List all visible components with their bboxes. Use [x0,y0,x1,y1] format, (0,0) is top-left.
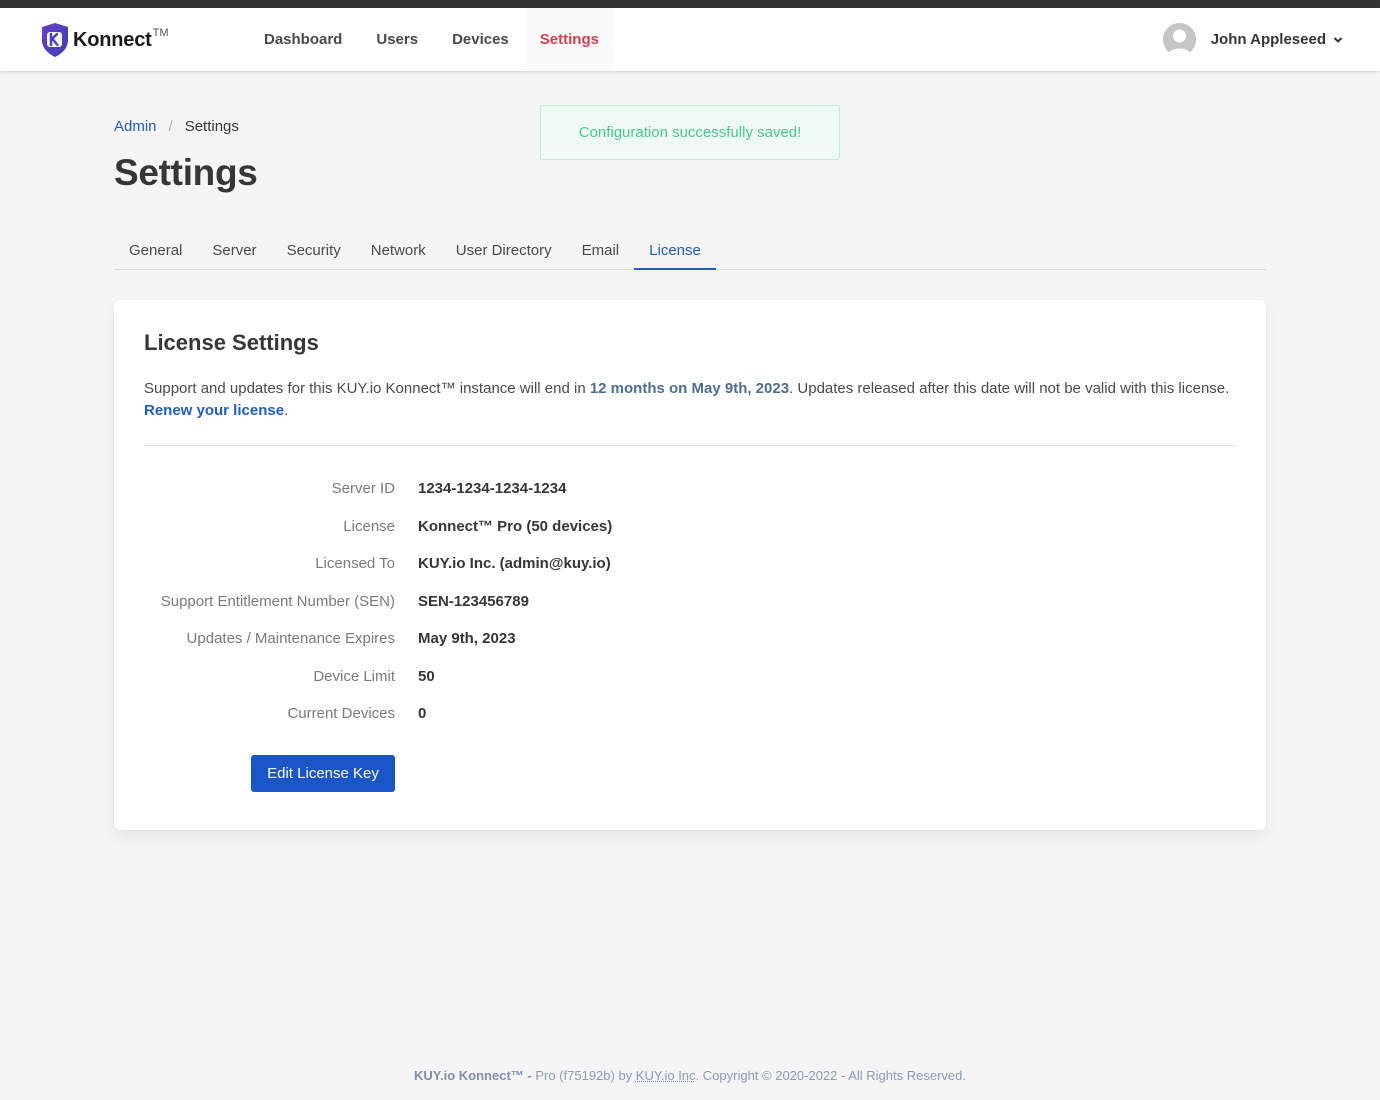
detail-row-maintenance-expires: Updates / Maintenance Expires May 9th, 2… [114,620,1266,658]
card-title: License Settings [144,330,319,355]
tab-license[interactable]: License [634,232,716,270]
tab-general[interactable]: General [114,232,197,270]
detail-value: 1234-1234-1234-1234 [418,480,567,498]
avatar [1162,23,1196,56]
page-title: Settings [114,152,258,193]
success-notification: Configuration successfully saved! [540,105,840,160]
tab-security[interactable]: Security [272,232,356,270]
divider [144,445,1236,446]
chevron-down-icon [1334,37,1342,42]
expiry-highlight: 12 months on May 9th, 2023 [589,380,790,397]
desc-prefix: Support and updates for this KUY.io Konn… [144,380,590,397]
detail-value: 50 [418,667,435,685]
edit-license-key-button[interactable]: Edit License Key [251,755,395,792]
detail-row-current-devices: Current Devices 0 [114,695,1266,733]
top-strip [0,0,1380,8]
detail-value: 0 [418,705,427,723]
desc-suffix: . [284,402,289,419]
nav-item-dashboard[interactable]: Dashboard [247,8,359,71]
shield-logo-icon [42,23,68,57]
detail-value: Konnect™ Pro (50 devices) [418,517,613,535]
detail-label: Device Limit [313,667,395,685]
user-menu[interactable]: John Appleseed [1162,8,1343,71]
detail-row-server-id: Server ID 1234-1234-1234-1234 [114,470,1266,508]
user-avatar-icon [1162,23,1196,56]
license-description: Support and updates for this KUY.io Konn… [144,378,1234,422]
footer: KUY.io Konnect™ - Pro (f75192b) by KUY.i… [0,1068,1380,1083]
footer-copyright: . Copyright © 2020-2022 - All Rights Res… [695,1068,966,1083]
detail-label: Support Entitlement Number (SEN) [160,592,395,610]
detail-value: KUY.io Inc. (admin@kuy.io) [418,555,611,573]
desc-middle: . Updates released after this date will … [789,380,1230,397]
detail-row-license: License Konnect™ Pro (50 devices) [114,508,1266,546]
brand-trademark: TM [152,27,169,39]
breadcrumb-admin-link[interactable]: Admin [114,118,157,135]
notification-message: Configuration successfully saved! [578,124,802,141]
breadcrumb-current: Settings [184,118,239,135]
detail-label: Current Devices [287,705,395,723]
footer-company-link[interactable]: KUY.io Inc [636,1068,696,1083]
breadcrumb-separator: / [168,118,173,135]
nav-item-devices[interactable]: Devices [435,8,526,71]
tab-email[interactable]: Email [567,232,635,270]
navbar: Konnect TM Dashboard Users Devices Setti… [0,8,1380,71]
detail-label: Server ID [331,480,395,498]
detail-row-sen: Support Entitlement Number (SEN) SEN-123… [114,583,1266,621]
detail-value: SEN-123456789 [418,592,529,610]
tab-network[interactable]: Network [356,232,441,270]
tab-user-directory[interactable]: User Directory [441,232,567,270]
nav-item-settings[interactable]: Settings [525,8,613,71]
settings-tabs: General Server Security Network User Dir… [114,232,1266,270]
footer-edition: Pro (f75192b) by [531,1068,636,1083]
detail-label: Updates / Maintenance Expires [186,630,395,648]
detail-label: Licensed To [315,555,395,573]
renew-license-link[interactable]: Renew your license [144,402,284,419]
detail-row-licensed-to: Licensed To KUY.io Inc. (admin@kuy.io) [114,545,1266,583]
brand[interactable]: Konnect TM [40,22,169,58]
user-name: John Appleseed [1210,31,1326,48]
main-nav: Dashboard Users Devices Settings [247,8,613,71]
detail-label: License [343,517,395,535]
license-details: Server ID 1234-1234-1234-1234 License Ko… [114,470,1266,733]
tab-server[interactable]: Server [197,232,271,270]
brand-name: Konnect [73,28,152,51]
nav-item-users[interactable]: Users [359,8,435,71]
breadcrumb: Admin / Settings [114,118,239,135]
detail-row-device-limit: Device Limit 50 [114,658,1266,696]
license-settings-card: License Settings Support and updates for… [114,300,1266,830]
detail-value: May 9th, 2023 [418,630,516,648]
footer-product: KUY.io Konnect™ - [414,1068,532,1083]
